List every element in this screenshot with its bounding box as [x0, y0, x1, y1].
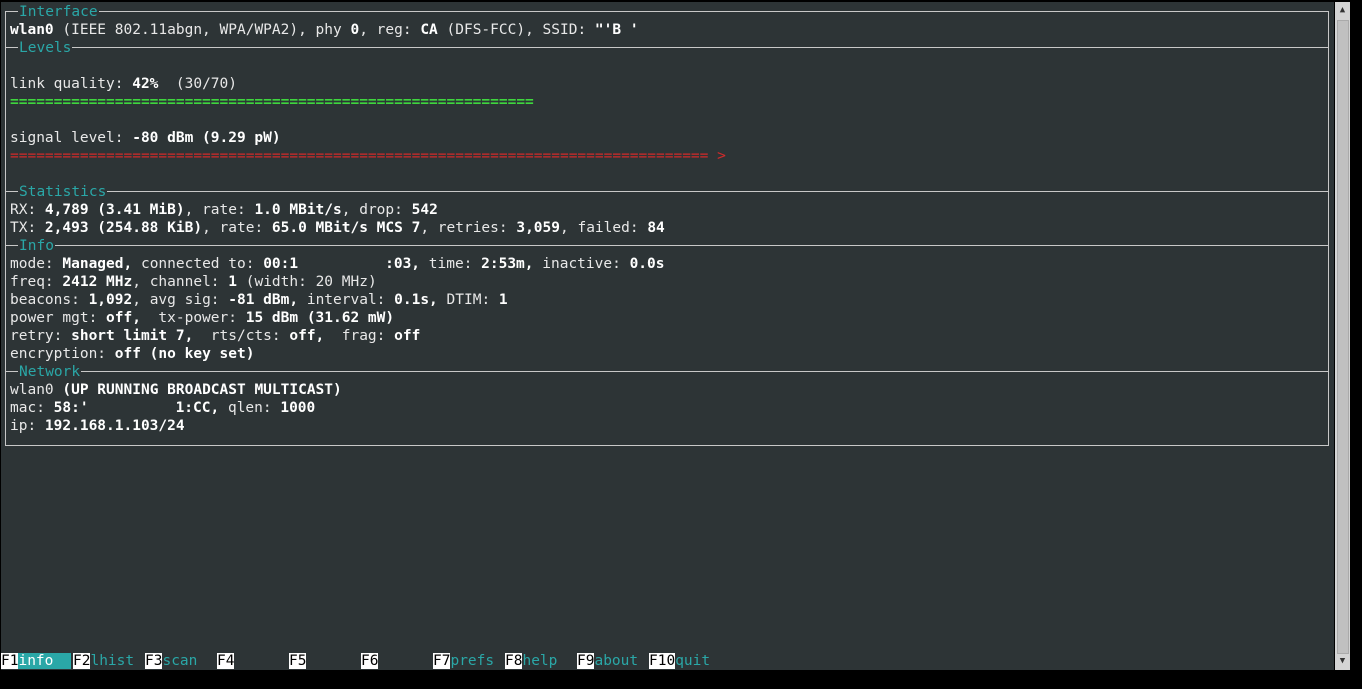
function-key-bar: F1info F2lhist F3scan F4 F5 F6 F7prefs F… [1, 652, 710, 670]
frag-value: off [394, 328, 421, 344]
signal-marker: > [708, 148, 726, 164]
network-title: Network [18, 363, 82, 381]
dtim-value: 1 [498, 292, 508, 308]
tx-retries: 3,059 [516, 220, 560, 236]
mac-end: 1:CC, [175, 400, 220, 416]
mode-value: Managed, [62, 256, 133, 272]
info-title: Info [18, 237, 55, 255]
fkey-about[interactable]: F9about [577, 652, 638, 670]
mac-line: mac: 58:' 1:CC, qlen: 1000 [10, 400, 316, 416]
scrollbar[interactable]: ▲ ▼ [1335, 2, 1350, 670]
beacons-value: 1,092 [88, 292, 133, 308]
freq-line: freq: 2412 MHz, channel: 1 (width: 20 MH… [10, 274, 377, 290]
fkey-scan[interactable]: F3scan [145, 652, 197, 670]
link-quality-bar: ========================================… [10, 94, 534, 110]
fkey-lhist[interactable]: F2lhist [73, 652, 134, 670]
signal-level-line: signal level: -80 dBm (9.29 pW) [10, 130, 281, 146]
beacons-line: beacons: 1,092, avg sig: -81 dBm, interv… [10, 292, 508, 308]
fkey-info[interactable]: F1info [1, 652, 71, 670]
link-quality-line: link quality: 42% (30/70) [10, 76, 237, 92]
fkey-f5[interactable]: F5 [289, 652, 307, 670]
ip-line: ip: 192.168.1.103/24 [10, 418, 185, 434]
signal-level-bar: ========================================… [10, 148, 726, 164]
levels-separator [5, 47, 1329, 48]
link-quality-value: 42% [132, 76, 159, 92]
statistics-separator [5, 191, 1329, 192]
network-flags: (UP RUNNING BROADCAST MULTICAST) [62, 382, 342, 398]
power-mgt-value: off, [106, 310, 141, 326]
ssid-value: "'B ' [594, 22, 639, 38]
network-separator [5, 371, 1329, 372]
levels-title: Levels [18, 39, 73, 57]
channel-value: 1 [228, 274, 237, 290]
info-separator [5, 245, 1329, 246]
interface-title: Interface [18, 3, 99, 21]
mac-start: 58:' [53, 400, 89, 416]
interface-line: wlan0 (IEEE 802.11abgn, WPA/WPA2), phy 0… [10, 22, 639, 38]
ip-value: 192.168.1.103/24 [44, 418, 185, 434]
network-iface: wlan0 [10, 382, 54, 398]
rx-rate: 1.0 MBit/s [254, 202, 342, 218]
fkey-prefs[interactable]: F7prefs [433, 652, 494, 670]
ap-mac-start: 00:1 [263, 256, 299, 272]
phy-value: 0 [350, 22, 360, 38]
terminal-window: Interface Levels Statistics Info Network… [1, 2, 1334, 670]
retry-line: retry: short limit 7, rts/cts: off, frag… [10, 328, 421, 344]
reg-value: CA [420, 22, 438, 38]
inactive-value: 0.0s [629, 256, 665, 272]
scroll-thumb[interactable] [1337, 20, 1349, 654]
avg-sig-value: -81 dBm, [228, 292, 299, 308]
mode-line: mode: Managed, connected to: 00:1:03, ti… [10, 256, 665, 272]
fkey-f6[interactable]: F6 [361, 652, 379, 670]
network-iface-line: wlan0 (UP RUNNING BROADCAST MULTICAST) [10, 381, 342, 399]
encryption-line: encryption: off (no key set) [10, 346, 255, 362]
rx-stats-line: RX: 4,789 (3.41 MiB), rate: 1.0 MBit/s, … [10, 202, 438, 218]
rts-value: off, [289, 328, 325, 344]
time-value: 2:53m, [481, 256, 534, 272]
power-line: power mgt: off, tx-power: 15 dBm (31.62 … [10, 310, 395, 326]
tx-stats-line: TX: 2,493 (254.88 KiB), rate: 65.0 MBit/… [10, 220, 665, 236]
interval-value: 0.1s, [394, 292, 438, 308]
scroll-up-arrow-icon[interactable]: ▲ [1336, 4, 1349, 17]
rx-drop: 542 [411, 202, 438, 218]
fkey-f4[interactable]: F4 [217, 652, 235, 670]
ap-mac-end: :03, [385, 256, 421, 272]
signal-level-value: -80 dBm (9.29 pW) [132, 130, 281, 146]
encryption-value: off (no key set) [114, 346, 255, 362]
qlen-value: 1000 [280, 400, 316, 416]
scroll-down-arrow-icon[interactable]: ▼ [1336, 655, 1349, 668]
freq-value: 2412 MHz [62, 274, 133, 290]
rx-value: 4,789 (3.41 MiB) [44, 202, 185, 218]
tx-rate: 65.0 MBit/s MCS 7 [271, 220, 421, 236]
fkey-quit[interactable]: F10quit [649, 652, 710, 670]
fkey-help[interactable]: F8help [505, 652, 557, 670]
retry-value: short limit 7, [71, 328, 194, 344]
tx-value: 2,493 (254.88 KiB) [44, 220, 203, 236]
tx-power-value: 15 dBm (31.62 mW) [245, 310, 395, 326]
tx-failed: 84 [647, 220, 665, 236]
statistics-title: Statistics [18, 183, 108, 201]
interface-name: wlan0 [10, 22, 54, 38]
